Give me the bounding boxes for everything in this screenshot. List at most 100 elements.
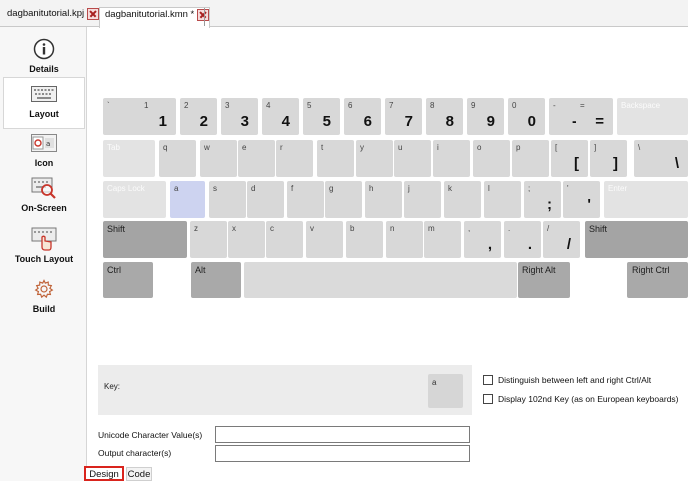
key-enter[interactable]: Enter: [604, 181, 688, 218]
key-f[interactable]: f: [287, 181, 324, 218]
key-z[interactable]: z: [190, 221, 227, 258]
key-w[interactable]: w: [200, 140, 237, 177]
key-period[interactable]: ..: [504, 221, 541, 258]
key-g[interactable]: g: [325, 181, 362, 218]
gear-icon: [30, 278, 58, 300]
key-top-label: 5: [307, 101, 312, 110]
unicode-value-input[interactable]: [215, 426, 470, 443]
file-tab-strip: dagbanitutorial.kpj dagbanitutorial.kmn …: [0, 0, 688, 28]
key-q[interactable]: q: [159, 140, 196, 177]
key-b[interactable]: b: [346, 221, 383, 258]
key-top-label: r: [280, 143, 283, 152]
key-tab[interactable]: Tab: [103, 140, 155, 177]
key-5[interactable]: 55: [303, 98, 340, 135]
key-base-char: ': [587, 196, 591, 213]
key-right-ctrl[interactable]: Right Ctrl: [627, 262, 688, 298]
key-l[interactable]: l: [484, 181, 521, 218]
key-n[interactable]: n: [386, 221, 423, 258]
display-102nd-key-label: Display 102nd Key (as on European keyboa…: [498, 393, 679, 404]
display-102nd-key-option[interactable]: Display 102nd Key (as on European keyboa…: [483, 392, 679, 405]
key-2[interactable]: 22: [180, 98, 217, 135]
key-top-label: l: [488, 184, 490, 193]
key-comma[interactable]: ,,: [464, 221, 501, 258]
key-3[interactable]: 33: [221, 98, 258, 135]
key-top-label: .: [508, 224, 511, 233]
key-o[interactable]: o: [473, 140, 510, 177]
key-base-char: 5: [322, 113, 331, 130]
key-shift-right[interactable]: Shift: [585, 221, 688, 258]
key-right-alt[interactable]: Right Alt: [518, 262, 570, 298]
output-character-input[interactable]: [215, 445, 470, 462]
key-top-label: t: [321, 143, 324, 152]
key-i[interactable]: i: [433, 140, 470, 177]
key-top-label: [: [555, 143, 558, 152]
key-a[interactable]: a: [170, 181, 205, 218]
key-top-label: v: [310, 224, 314, 233]
key-label: Key:: [104, 382, 121, 391]
key-base-char: 6: [363, 113, 372, 130]
key-p[interactable]: p: [512, 140, 549, 177]
key-top-label: m: [428, 224, 435, 233]
key-base-char: ,: [487, 236, 492, 253]
sidebar-item-label: Icon: [34, 158, 54, 168]
key-e[interactable]: e: [238, 140, 275, 177]
key-0[interactable]: 00: [508, 98, 545, 135]
key-8[interactable]: 88: [426, 98, 463, 135]
sidebar-item-build[interactable]: Build: [3, 273, 85, 325]
key-x[interactable]: x: [228, 221, 265, 258]
key-s[interactable]: s: [209, 181, 246, 218]
key-1[interactable]: 11: [140, 98, 176, 135]
key-ctrl-left[interactable]: Ctrl: [103, 262, 153, 298]
key-capslock[interactable]: Caps Lock: [103, 181, 166, 218]
file-tab-keyboard[interactable]: dagbanitutorial.kmn *: [99, 7, 211, 28]
key-j[interactable]: j: [404, 181, 441, 218]
key-backslash[interactable]: \ \: [634, 140, 688, 177]
sidebar-item-on-screen[interactable]: On-Screen: [3, 172, 85, 224]
key-shift-left[interactable]: Shift: [103, 221, 187, 258]
key-r[interactable]: r: [276, 140, 313, 177]
key-t[interactable]: t: [317, 140, 354, 177]
key-top-label: h: [369, 184, 374, 193]
distinguish-ctrl-alt-option[interactable]: Distinguish between left and right Ctrl/…: [483, 373, 651, 386]
editor-sidebar: Details Layout a Icon On-Screen Touch La…: [0, 27, 87, 481]
key-slash[interactable]: / /: [543, 221, 580, 258]
keyboard-icon: [30, 83, 58, 105]
distinguish-ctrl-alt-label: Distinguish between left and right Ctrl/…: [498, 374, 652, 385]
key-9[interactable]: 99: [467, 98, 504, 135]
key-quote[interactable]: ' ': [563, 181, 600, 218]
key-alt-left[interactable]: Alt: [191, 262, 241, 298]
key-lbracket[interactable]: [[: [551, 140, 588, 177]
key-equals[interactable]: = =: [576, 98, 613, 135]
sidebar-item-layout[interactable]: Layout: [3, 77, 85, 129]
tab-design[interactable]: Design: [84, 466, 124, 481]
key-v[interactable]: v: [306, 221, 343, 258]
key-base-char: 4: [281, 113, 290, 130]
key-top-label: x: [232, 224, 236, 233]
sidebar-item-label: Layout: [29, 109, 59, 119]
key-base-char: 1: [158, 113, 167, 130]
key-h[interactable]: h: [365, 181, 402, 218]
sidebar-item-label: Touch Layout: [14, 254, 74, 264]
sidebar-item-touch-layout[interactable]: Touch Layout: [3, 223, 85, 275]
key-u[interactable]: u: [394, 140, 431, 177]
key-space[interactable]: [244, 262, 517, 298]
key-4[interactable]: 44: [262, 98, 299, 135]
tab-code[interactable]: Code: [126, 467, 152, 481]
key-m[interactable]: m: [424, 221, 461, 258]
close-icon[interactable]: [87, 8, 100, 20]
key-top-label: n: [390, 224, 395, 233]
file-tab-project[interactable]: dagbanitutorial.kpj: [2, 7, 100, 27]
key-top-label: ;: [528, 184, 531, 193]
distinguish-ctrl-alt-checkbox[interactable]: [483, 374, 493, 385]
key-backspace[interactable]: Backspace: [617, 98, 688, 135]
key-semicolon[interactable]: ;;: [524, 181, 561, 218]
key-7[interactable]: 77: [385, 98, 422, 135]
key-c[interactable]: c: [266, 221, 303, 258]
key-6[interactable]: 66: [344, 98, 381, 135]
key-top-label: g: [329, 184, 334, 193]
key-rbracket[interactable]: ]]: [590, 140, 627, 177]
display-102nd-key-checkbox[interactable]: [483, 393, 493, 404]
key-d[interactable]: d: [247, 181, 284, 218]
key-k[interactable]: k: [444, 181, 481, 218]
key-y[interactable]: y: [356, 140, 393, 177]
